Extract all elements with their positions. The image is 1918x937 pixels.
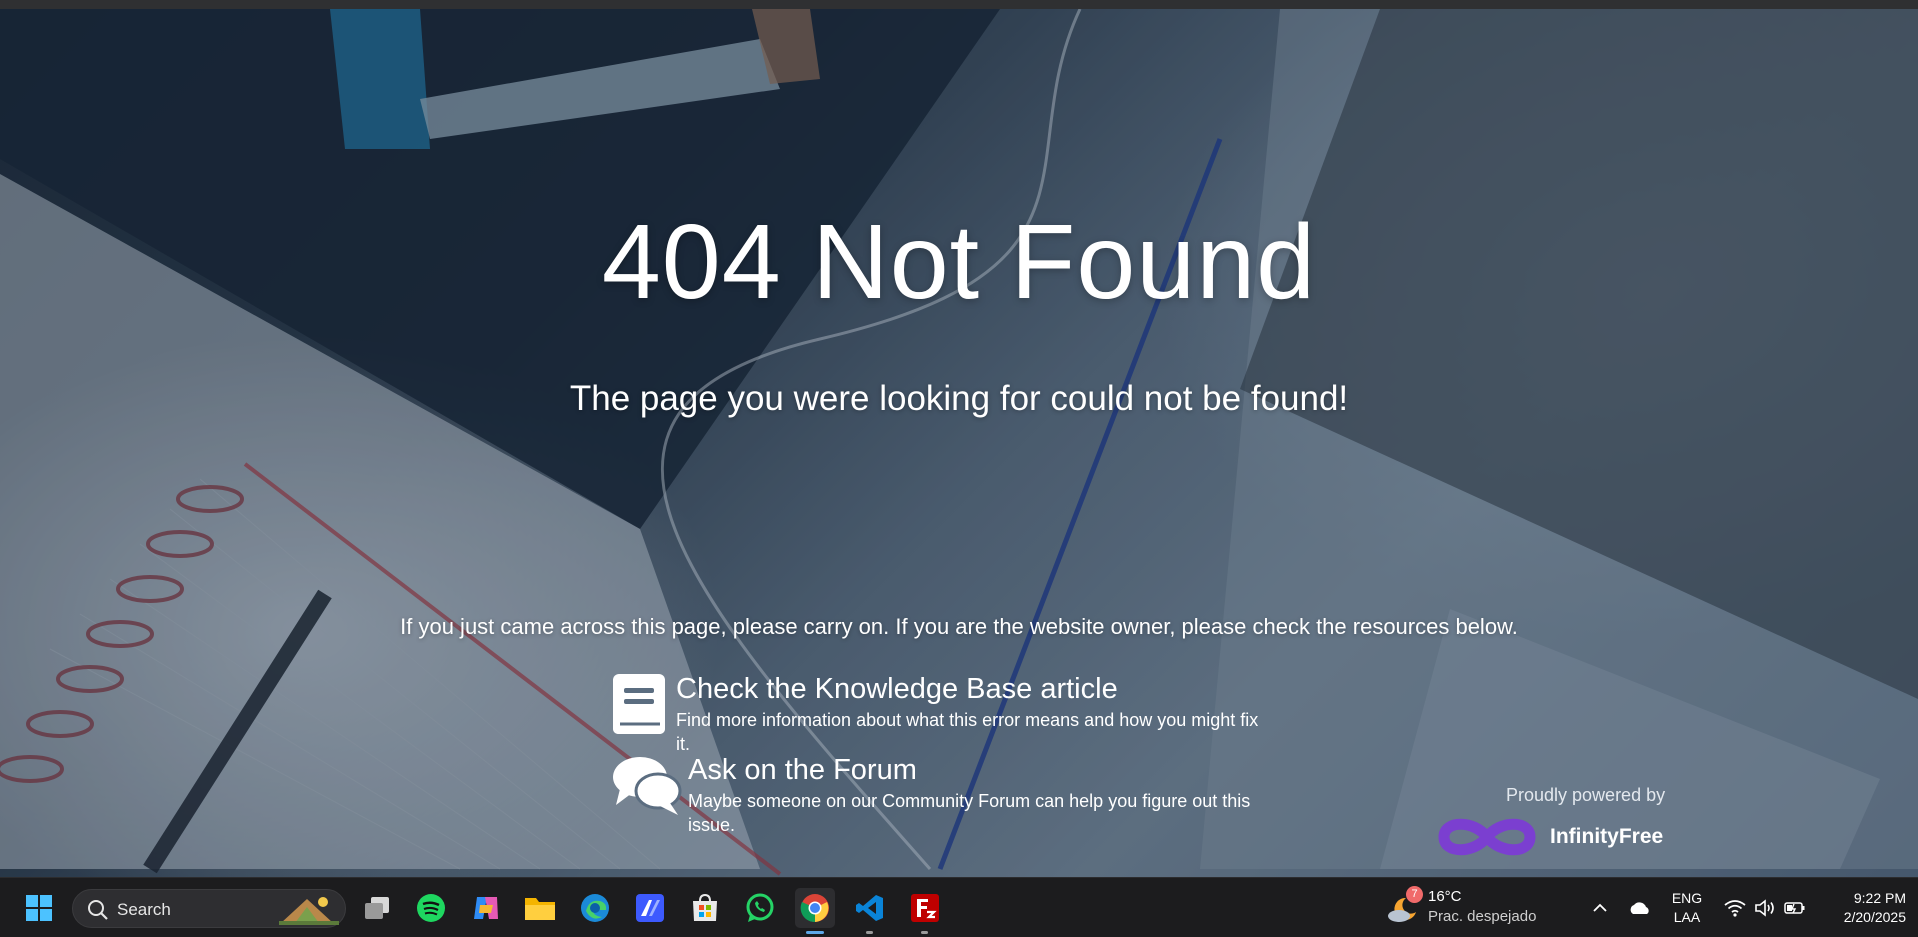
windows-start-icon <box>26 895 52 921</box>
chevron-up-icon <box>1593 903 1607 912</box>
language-code: ENG <box>1671 890 1703 906</box>
knowledge-base-text: Check the Knowledge Base article Find mo… <box>676 672 1276 756</box>
wifi-icon <box>1724 900 1746 917</box>
chrome-button[interactable] <box>795 888 835 934</box>
knowledge-base-link[interactable]: Check the Knowledge Base article Find mo… <box>610 672 1276 756</box>
file-explorer-button[interactable] <box>520 888 560 928</box>
spotify-button[interactable] <box>411 888 451 928</box>
forum-text: Ask on the Forum Maybe someone on our Co… <box>688 753 1278 837</box>
app-icon <box>636 894 664 922</box>
clock-date: 2/20/2025 <box>1843 909 1906 925</box>
battery-button[interactable] <box>1780 878 1810 937</box>
search-icon <box>88 900 108 920</box>
onedrive-button[interactable] <box>1624 878 1656 937</box>
infinityfree-logo[interactable]: InfinityFree <box>1436 812 1676 862</box>
task-view-icon <box>365 897 389 919</box>
start-button[interactable] <box>19 888 59 928</box>
infinity-logo-icon <box>1438 818 1536 856</box>
whatsapp-icon <box>746 893 774 922</box>
weather-temp: 16°C <box>1428 888 1462 905</box>
error-page: 404 Not Found The page you were looking … <box>0 9 1918 877</box>
knowledge-base-title[interactable]: Check the Knowledge Base article <box>676 672 1276 706</box>
vscode-button[interactable] <box>850 888 890 934</box>
forum-link[interactable]: Ask on the Forum Maybe someone on our Co… <box>610 753 1278 837</box>
store-button[interactable] <box>685 888 725 928</box>
chrome-icon <box>800 894 829 923</box>
search-label: Search <box>117 900 171 919</box>
chat-bubbles-icon <box>613 757 682 815</box>
language-indicator[interactable]: ENG LAA <box>1664 889 1710 927</box>
taskbar: Search 7 16°C Prac. despejado ENG LAA 9:… <box>0 877 1918 937</box>
page-subtitle: The page you were looking for could not … <box>569 379 1349 418</box>
keyboard-layout: LAA <box>1673 909 1701 925</box>
copilot-icon <box>474 897 498 919</box>
copilot-button[interactable] <box>466 888 506 928</box>
vscode-running-indicator <box>866 931 873 934</box>
volume-button[interactable] <box>1750 878 1780 937</box>
app-button[interactable] <box>630 888 670 928</box>
content: 404 Not Found The page you were looking … <box>0 9 1918 877</box>
edge-button[interactable] <box>575 888 615 928</box>
clock-time: 9:22 PM <box>1853 890 1906 906</box>
taskbar-search[interactable]: Search <box>72 889 346 928</box>
owner-notice: If you just came across this page, pleas… <box>400 614 1518 639</box>
battery-charging-icon <box>1784 902 1805 914</box>
knowledge-base-description: Find more information about what this er… <box>676 710 1259 754</box>
page-title: 404 Not Found <box>601 203 1317 321</box>
file-explorer-icon <box>525 898 555 920</box>
vscode-icon <box>856 895 883 921</box>
brand-name: InfinityFree <box>1550 825 1664 848</box>
powered-by: Proudly powered by InfinityFree <box>1436 785 1676 862</box>
task-view-button[interactable] <box>357 888 397 928</box>
weather-description: Prac. despejado <box>1428 908 1537 925</box>
forum-title[interactable]: Ask on the Forum <box>688 753 1278 787</box>
weather-badge: 7 <box>1406 886 1423 903</box>
show-hidden-icons-button[interactable] <box>1584 878 1616 937</box>
powered-by-label: Proudly powered by <box>1506 785 1666 805</box>
wifi-button[interactable] <box>1720 878 1750 937</box>
spotify-icon <box>417 894 445 922</box>
filezilla-running-indicator <box>921 931 928 934</box>
weather-widget[interactable]: 7 16°C Prac. despejado <box>1386 886 1546 930</box>
filezilla-icon <box>911 894 939 922</box>
window-top-strip <box>0 0 1918 9</box>
cloud-icon <box>1630 902 1649 914</box>
whatsapp-button[interactable] <box>740 888 780 928</box>
edge-icon <box>581 894 609 922</box>
forum-description: Maybe someone on our Community Forum can… <box>688 791 1251 835</box>
clock[interactable]: 9:22 PM 2/20/2025 <box>1814 889 1906 927</box>
speaker-icon <box>1755 899 1774 917</box>
chrome-active-indicator <box>806 931 824 934</box>
filezilla-button[interactable] <box>905 888 945 934</box>
store-icon <box>693 893 717 921</box>
book-icon <box>613 674 665 734</box>
search-highlight-icon <box>279 897 339 925</box>
